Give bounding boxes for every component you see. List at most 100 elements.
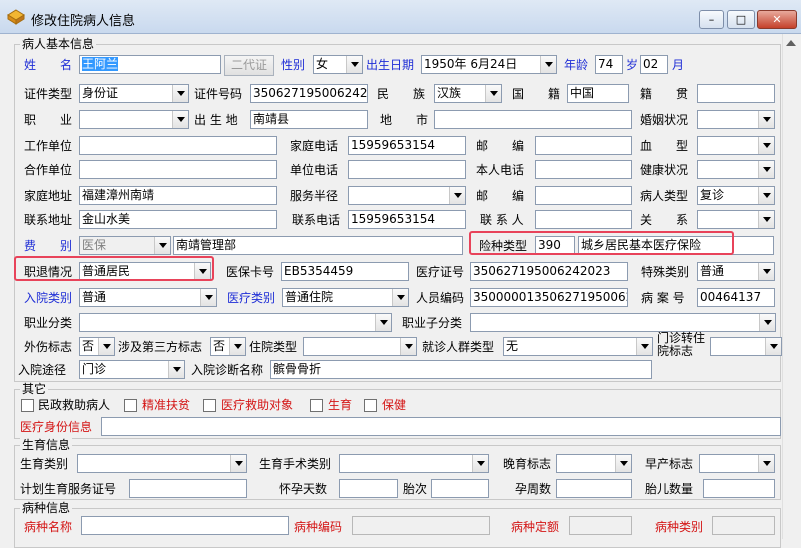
preg-weeks-label: 孕周数 bbox=[515, 482, 552, 496]
disease-name-input[interactable] bbox=[81, 516, 289, 535]
admit-category-select[interactable]: 普通 bbox=[79, 288, 217, 307]
insurance-highlight-box bbox=[469, 231, 734, 255]
medical-identity-input[interactable] bbox=[101, 417, 781, 436]
birth-date-picker[interactable]: 1950年 6月24日 bbox=[421, 55, 557, 74]
home-phone-label: 家庭电话 bbox=[290, 139, 339, 153]
marital-select[interactable] bbox=[697, 110, 775, 129]
birth-checkbox[interactable] bbox=[310, 399, 323, 412]
birth-category-select[interactable] bbox=[77, 454, 247, 473]
medical-identity-label: 医疗身份信息 bbox=[20, 420, 93, 434]
disease-quota-input[interactable] bbox=[569, 516, 632, 535]
admit-route-select[interactable]: 门诊 bbox=[79, 360, 185, 379]
birthplace-input[interactable]: 南靖县 bbox=[250, 110, 368, 129]
admit-route-label: 入院途径 bbox=[18, 363, 67, 377]
postcode-input[interactable] bbox=[535, 136, 632, 155]
patient-type-select[interactable]: 复诊 bbox=[697, 186, 775, 205]
poverty-checkbox[interactable] bbox=[124, 399, 137, 412]
job-subclass-select[interactable] bbox=[470, 313, 776, 332]
baby-count-input[interactable] bbox=[703, 479, 775, 498]
chevron-down-icon bbox=[758, 263, 774, 280]
person-code-input[interactable]: 350000013506271950062 bbox=[470, 288, 628, 307]
third-party-select[interactable]: 否 bbox=[210, 337, 246, 356]
second-gen-id-button[interactable]: 二代证 bbox=[224, 55, 274, 76]
name-input[interactable]: 王阿兰 bbox=[79, 55, 221, 74]
plan-cert-label: 计划生育服务证号 bbox=[20, 482, 117, 496]
job-select[interactable] bbox=[79, 110, 189, 129]
contact-person-input[interactable] bbox=[535, 210, 632, 229]
id-type-label: 证件类型 bbox=[24, 87, 73, 101]
home-phone-input[interactable]: 15959653154 bbox=[348, 136, 466, 155]
disease-type-input[interactable] bbox=[712, 516, 775, 535]
diagnosis-input[interactable]: 髌骨骨折 bbox=[270, 360, 652, 379]
trauma-select[interactable]: 否 bbox=[79, 337, 115, 356]
chevron-down-icon bbox=[759, 314, 775, 331]
vertical-scrollbar[interactable] bbox=[782, 34, 801, 539]
scroll-up-arrow-icon[interactable] bbox=[786, 40, 796, 46]
disease-code-input[interactable] bbox=[352, 516, 490, 535]
outpatient-flag-select[interactable] bbox=[710, 337, 782, 356]
fee-dept-input[interactable]: 南靖管理部 bbox=[173, 236, 463, 255]
contact-phone-label: 联系电话 bbox=[292, 213, 341, 227]
medical-category-select[interactable]: 普通住院 bbox=[282, 288, 409, 307]
month-unit-label: 月 bbox=[672, 58, 685, 72]
own-phone-input[interactable] bbox=[535, 160, 632, 179]
birth-category-label: 生育类别 bbox=[20, 457, 69, 471]
work-unit-input[interactable] bbox=[79, 136, 277, 155]
fee-type-select[interactable]: 医保 bbox=[79, 236, 171, 255]
city-input[interactable] bbox=[434, 110, 632, 129]
chevron-down-icon bbox=[230, 455, 246, 472]
crowd-type-select[interactable]: 无 bbox=[503, 337, 653, 356]
person-code-label: 人员编码 bbox=[416, 291, 465, 305]
insurance-card-label: 医保卡号 bbox=[226, 265, 275, 279]
coop-unit-input[interactable] bbox=[79, 160, 277, 179]
maximize-button[interactable]: □ bbox=[727, 10, 755, 29]
age-month-input[interactable]: 02 bbox=[640, 55, 668, 74]
postcode2-input[interactable] bbox=[535, 186, 632, 205]
blood-type-label: 血 型 bbox=[640, 139, 689, 153]
late-birth-select[interactable] bbox=[556, 454, 632, 473]
name-label: 姓 名 bbox=[24, 58, 73, 72]
job-class-select[interactable] bbox=[79, 313, 392, 332]
case-number-input[interactable]: 00464137 bbox=[697, 288, 775, 307]
hosp-type-select[interactable] bbox=[303, 337, 417, 356]
unit-phone-input[interactable] bbox=[348, 160, 466, 179]
work-unit-label: 工作单位 bbox=[24, 139, 73, 153]
contact-phone-input[interactable]: 15959653154 bbox=[348, 210, 466, 229]
retire-highlight-box bbox=[14, 256, 214, 281]
gender-select[interactable]: 女 bbox=[313, 55, 363, 74]
chevron-down-icon bbox=[375, 314, 391, 331]
contact-address-input[interactable]: 金山水美 bbox=[79, 210, 277, 229]
relation-select[interactable] bbox=[697, 210, 775, 229]
service-radius-label: 服务半径 bbox=[290, 189, 339, 203]
preg-weeks-input[interactable] bbox=[556, 479, 632, 498]
medical-category-value: 普通住院 bbox=[285, 290, 334, 304]
service-radius-select[interactable] bbox=[348, 186, 466, 205]
minimize-button[interactable]: – bbox=[699, 10, 724, 29]
third-party-value: 否 bbox=[213, 339, 226, 353]
plan-cert-input[interactable] bbox=[129, 479, 247, 498]
ethnic-label: 民 族 bbox=[377, 87, 426, 101]
premature-select[interactable] bbox=[699, 454, 775, 473]
birth-surgery-select[interactable] bbox=[339, 454, 489, 473]
medical-aid-checkbox[interactable] bbox=[203, 399, 216, 412]
close-button[interactable]: ✕ bbox=[757, 10, 797, 29]
preg-days-input[interactable] bbox=[339, 479, 398, 498]
insurance-card-input[interactable]: EB5354459 bbox=[281, 262, 409, 281]
disease-name-label: 病种名称 bbox=[24, 520, 73, 534]
health-care-checkbox[interactable] bbox=[364, 399, 377, 412]
parity-input[interactable] bbox=[431, 479, 489, 498]
native-place-input[interactable] bbox=[697, 84, 775, 103]
special-category-select[interactable]: 普通 bbox=[697, 262, 775, 281]
home-address-input[interactable]: 福建漳州南靖 bbox=[79, 186, 277, 205]
patient-type-value: 复诊 bbox=[700, 188, 725, 202]
health-label: 健康状况 bbox=[640, 163, 689, 177]
id-number-input[interactable]: 350627195006242023 bbox=[250, 84, 368, 103]
age-input[interactable]: 74 bbox=[595, 55, 623, 74]
medical-cert-input[interactable]: 350627195006242023 bbox=[470, 262, 628, 281]
health-select[interactable] bbox=[697, 160, 775, 179]
id-type-select[interactable]: 身份证 bbox=[79, 84, 189, 103]
civil-aid-checkbox[interactable] bbox=[21, 399, 34, 412]
ethnic-select[interactable]: 汉族 bbox=[434, 84, 502, 103]
blood-type-select[interactable] bbox=[697, 136, 775, 155]
nationality-input[interactable]: 中国 bbox=[567, 84, 629, 103]
